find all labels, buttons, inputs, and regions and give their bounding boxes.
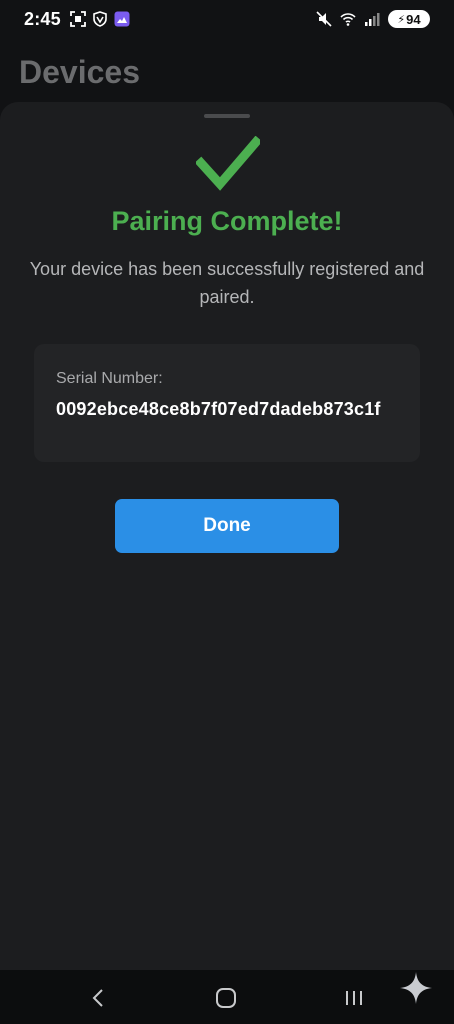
vpn-shield-icon: [93, 11, 107, 27]
status-icons-right: ⚡ 94: [316, 10, 430, 28]
charging-bolt-icon: ⚡: [397, 13, 406, 26]
recents-icon: [346, 991, 362, 1005]
serial-number-label: Serial Number:: [56, 370, 163, 387]
success-title: Pairing Complete!: [111, 206, 343, 236]
status-time: 2:45: [24, 9, 61, 29]
pairing-bottom-sheet: Pairing Complete! Your device has been s…: [0, 102, 454, 970]
battery-icon: ⚡ 94: [388, 10, 430, 28]
status-icons-left: [70, 11, 130, 27]
battery-level: 94: [406, 11, 421, 27]
success-message: Your device has been successfully regist…: [29, 259, 425, 307]
signal-icon: [365, 13, 380, 26]
home-button[interactable]: [212, 984, 240, 1012]
drag-handle[interactable]: [204, 114, 250, 118]
home-icon: [216, 988, 236, 1008]
mute-icon: [316, 11, 332, 27]
screen: 2:45 ⚡ 94 Devices Pairing Complete! Your…: [0, 0, 454, 1024]
assistant-icon[interactable]: [398, 970, 434, 1006]
gallery-icon: [114, 11, 130, 27]
serial-number-card: Serial Number: 0092ebce48ce8b7f07ed7dade…: [34, 344, 420, 462]
wifi-icon: [340, 13, 356, 26]
page-title: Devices: [19, 54, 140, 90]
back-icon: [92, 989, 103, 1007]
checkmark-icon: [196, 136, 260, 191]
done-button[interactable]: Done: [115, 499, 339, 553]
serial-number-value: 0092ebce48ce8b7f07ed7dadeb873c1f: [56, 399, 381, 419]
navigation-bar: [0, 970, 454, 1024]
screenshot-icon: [70, 11, 86, 27]
recents-button[interactable]: [340, 984, 368, 1012]
status-bar: 2:45 ⚡ 94: [0, 0, 454, 40]
back-button[interactable]: [84, 984, 112, 1012]
